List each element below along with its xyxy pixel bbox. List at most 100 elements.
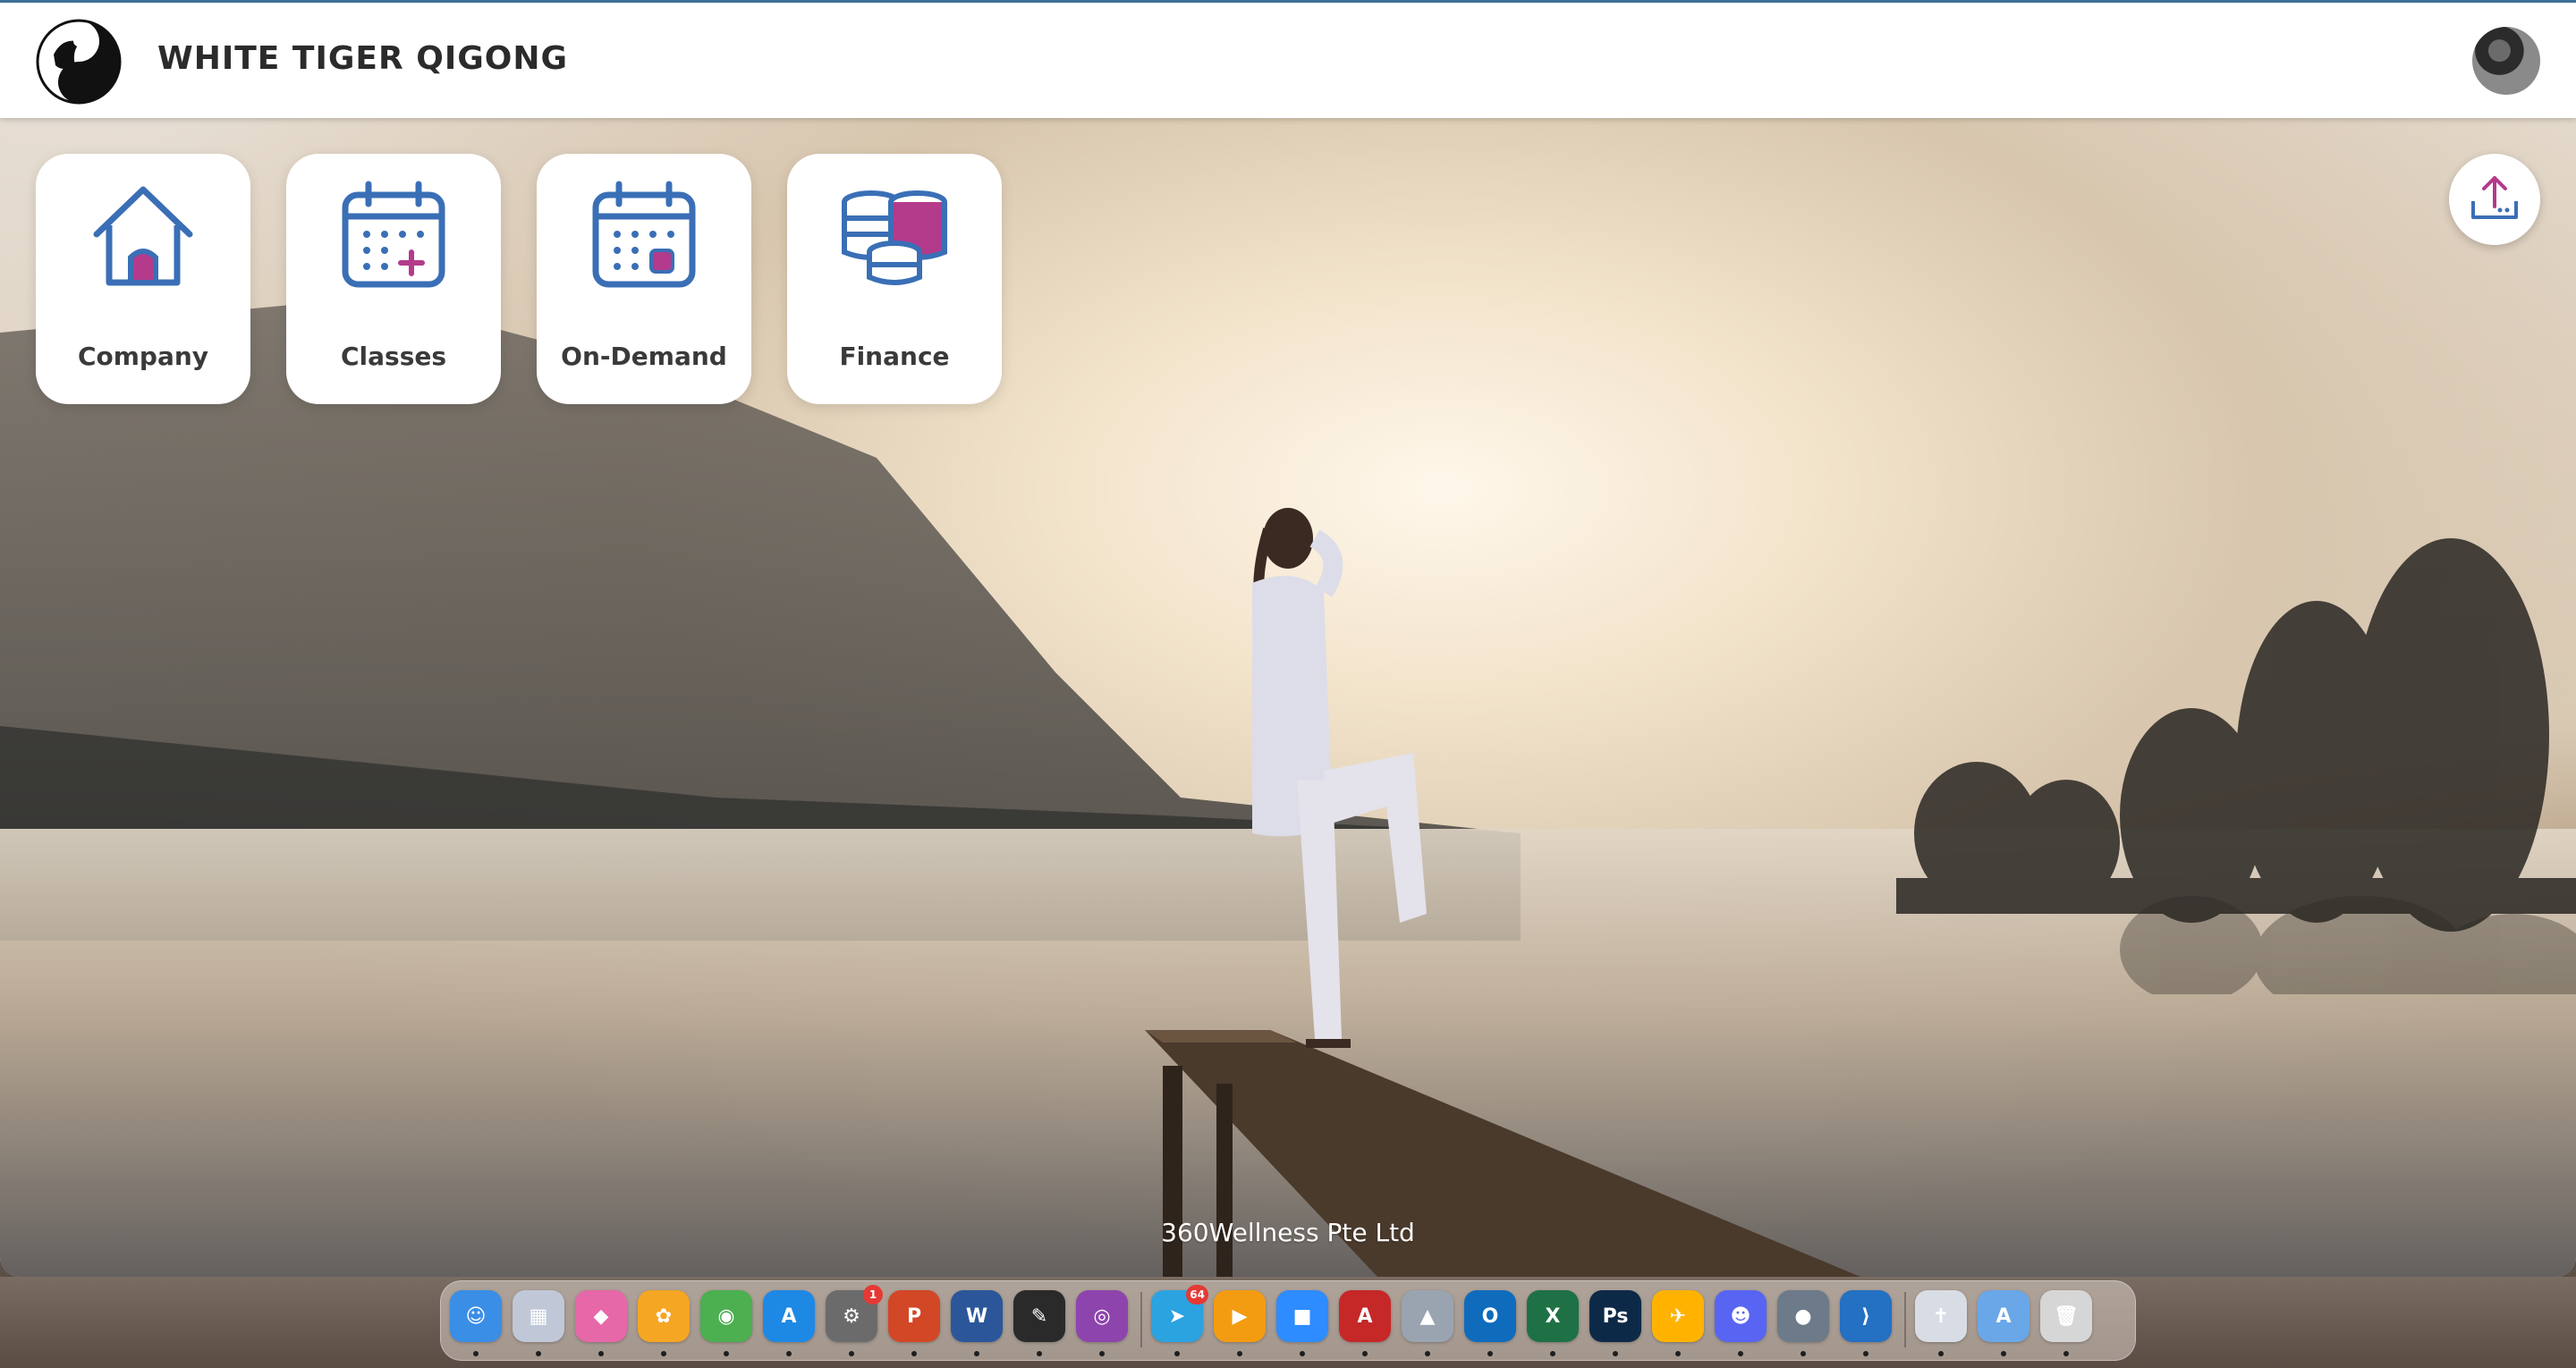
dock-app-launchpad[interactable]: ▦ xyxy=(513,1290,564,1342)
house-icon xyxy=(93,186,193,286)
running-indicator xyxy=(598,1351,604,1356)
dock-app-word[interactable]: W xyxy=(951,1290,1003,1342)
dock-app-rocket[interactable]: ▲ xyxy=(1402,1290,1453,1342)
brand-name: WHITE TIGER QIGONG xyxy=(157,40,569,77)
dock-app-glyph: X xyxy=(1545,1305,1561,1328)
running-indicator xyxy=(1675,1351,1681,1356)
dock-app-chrome[interactable]: ◉ xyxy=(700,1290,752,1342)
calendar-plus-icon xyxy=(342,181,445,288)
dock-app-glyph: A xyxy=(781,1305,797,1328)
app-header: WHITE TIGER QIGONG xyxy=(0,0,2576,118)
dock-app-app-store[interactable]: A xyxy=(763,1290,815,1342)
running-indicator xyxy=(1801,1351,1806,1356)
upload-icon xyxy=(2471,176,2518,219)
dock-app-glyph: ▶ xyxy=(1232,1305,1248,1328)
qigong-practitioner-figure xyxy=(1252,508,1427,1048)
dock-app-glyph: ✈ xyxy=(1669,1305,1687,1328)
tree-silhouettes xyxy=(1896,538,2576,994)
dock-app-vs-code[interactable]: ⟩ xyxy=(1840,1290,1892,1342)
dock-app-glyph: ➤ xyxy=(1168,1305,1186,1328)
notification-badge: 1 xyxy=(863,1285,883,1305)
notification-badge: 64 xyxy=(1186,1285,1208,1305)
dock-app-glyph: ⚙ xyxy=(843,1305,860,1328)
yin-yang-tiger-logo-icon[interactable] xyxy=(36,19,122,105)
running-indicator xyxy=(724,1351,729,1356)
dock-app-outlook[interactable]: O xyxy=(1464,1290,1516,1342)
dock-app-glyph: ☺ xyxy=(465,1305,487,1328)
dock-app-acrobat[interactable]: A xyxy=(1339,1290,1391,1342)
dock-app-cleanmymac[interactable]: ◆ xyxy=(575,1290,627,1342)
dock-app-glyph: W xyxy=(965,1305,988,1328)
dock-app-glyph: A xyxy=(1996,1305,2012,1328)
dock-app-glyph: ◆ xyxy=(593,1305,609,1328)
running-indicator xyxy=(1099,1351,1105,1356)
dock-app-glyph: Ps xyxy=(1602,1305,1629,1328)
dock-app-photos[interactable]: ✿ xyxy=(638,1290,690,1342)
running-indicator xyxy=(1613,1351,1618,1356)
running-indicator xyxy=(1237,1351,1242,1356)
dock-app-pixelmator[interactable]: ✎ xyxy=(1013,1290,1065,1342)
dock-app-glyph: ◎ xyxy=(1093,1305,1111,1328)
dock-app-applications[interactable]: A xyxy=(1978,1290,2029,1342)
dock-app-podcasts[interactable]: ◎ xyxy=(1076,1290,1128,1342)
footer-company-text: 360Wellness Pte Ltd xyxy=(1161,1218,1415,1247)
tile-on-demand[interactable]: On-Demand xyxy=(537,154,751,404)
dock-app-telegram[interactable]: ➤ 64 xyxy=(1151,1285,1208,1342)
dock-app-airmail[interactable]: ✈ xyxy=(1652,1290,1704,1342)
running-indicator xyxy=(974,1351,979,1356)
dock-app-glyph: 🗑 xyxy=(2054,1305,2079,1328)
running-indicator xyxy=(1425,1351,1430,1356)
running-indicator xyxy=(1362,1351,1368,1356)
calendar-video-icon xyxy=(592,181,696,288)
running-indicator xyxy=(1300,1351,1305,1356)
dock-app-glyph: ✎ xyxy=(1030,1305,1048,1328)
dock-app-infuse[interactable]: ▶ xyxy=(1214,1290,1266,1342)
dock-app-glyph: ▲ xyxy=(1419,1305,1436,1328)
dock-app-glyph: ⟩ xyxy=(1860,1305,1871,1328)
dock-app-discord[interactable]: ☻ xyxy=(1715,1290,1767,1342)
dock-app-powerpoint[interactable]: P xyxy=(888,1290,940,1342)
running-indicator xyxy=(1550,1351,1555,1356)
dock-separator xyxy=(1904,1292,1906,1347)
dock-app-photoshop[interactable]: Ps xyxy=(1589,1290,1641,1342)
dock-app-zoom[interactable]: ■ xyxy=(1276,1290,1328,1342)
running-indicator xyxy=(786,1351,792,1356)
running-indicator xyxy=(473,1351,479,1356)
dock-app-doc[interactable]: ✝ xyxy=(1915,1290,1967,1342)
tile-label: On-Demand xyxy=(561,342,727,371)
tile-label: Finance xyxy=(839,342,950,371)
dock-app-glyph: ■ xyxy=(1292,1305,1312,1328)
dock-app-trash[interactable]: 🗑 xyxy=(2040,1290,2092,1342)
running-indicator xyxy=(1487,1351,1493,1356)
dock-app-excel[interactable]: X xyxy=(1527,1290,1579,1342)
running-indicator xyxy=(911,1351,917,1356)
dock-app-glyph: O xyxy=(1481,1305,1499,1328)
dock-app-glyph: ◉ xyxy=(717,1305,735,1328)
upload-button[interactable] xyxy=(2449,154,2540,245)
running-indicator xyxy=(849,1351,854,1356)
dock-app-scrobbles[interactable]: ● xyxy=(1777,1290,1829,1342)
dock-app-glyph: P xyxy=(906,1305,922,1328)
tile-label: Company xyxy=(77,342,209,371)
dock-app-glyph: A xyxy=(1357,1305,1373,1328)
macos-dock: ☺ ▦ ◆ ✿ ◉ A ⚙ 1 P W ✎ ◎ ➤ 64 ▶ ■ A ▲ O X Ps ✈ ☻ ● ⟩ ✝ A 🗑 xyxy=(440,1280,2136,1361)
tile-finance[interactable]: Finance xyxy=(787,154,1002,404)
dock-app-glyph: ✝ xyxy=(1932,1305,1950,1328)
dock-app-glyph: ● xyxy=(1794,1305,1812,1328)
running-indicator xyxy=(2001,1351,2006,1356)
running-indicator xyxy=(1863,1351,1868,1356)
user-avatar[interactable] xyxy=(2472,27,2540,95)
dock-app-finder[interactable]: ☺ xyxy=(450,1290,502,1342)
running-indicator xyxy=(536,1351,541,1356)
tile-label: Classes xyxy=(340,342,447,371)
tile-company[interactable]: Company xyxy=(36,154,250,404)
running-indicator xyxy=(1738,1351,1743,1356)
running-indicator xyxy=(1174,1351,1180,1356)
dock-separator xyxy=(1140,1292,1142,1347)
browser-window: WHITE TIGER QIGONG Company Classes On-De… xyxy=(0,0,2576,1277)
dock-app-glyph: ☻ xyxy=(1730,1305,1751,1328)
running-indicator xyxy=(661,1351,666,1356)
dock-app-system-settings[interactable]: ⚙ 1 xyxy=(826,1285,883,1342)
running-indicator xyxy=(2063,1351,2069,1356)
tile-classes[interactable]: Classes xyxy=(286,154,501,404)
